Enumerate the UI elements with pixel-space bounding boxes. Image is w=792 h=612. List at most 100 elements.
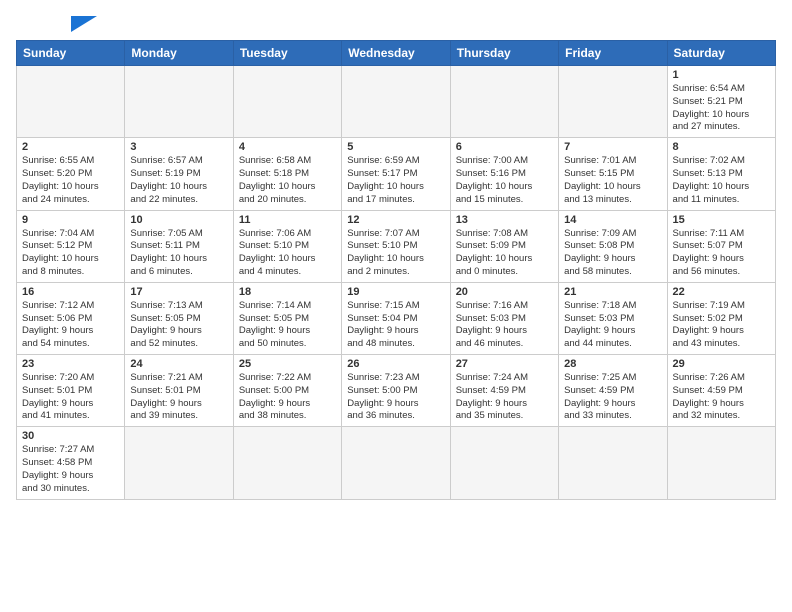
day-number: 25 (239, 358, 336, 370)
calendar-cell: 14 Sunrise: 7:09 AM Sunset: 5:08 PM Dayli… (559, 210, 667, 282)
day-number: 26 (347, 358, 444, 370)
calendar-cell: 20Sunrise: 7:16 AM Sunset: 5:03 PM Dayli… (450, 282, 558, 354)
calendar-cell: 10 Sunrise: 7:05 AM Sunset: 5:11 PM Dayli… (125, 210, 233, 282)
day-info: Sunrise: 7:01 AM Sunset: 5:15 PM Dayligh… (564, 155, 661, 206)
calendar-cell: 30 Sunrise: 7:27 AM Sunset: 4:58 PM Dayli… (17, 427, 125, 499)
day-info: Sunrise: 7:02 AM Sunset: 5:13 PM Dayligh… (673, 155, 770, 206)
weekday-header-sunday: Sunday (17, 41, 125, 66)
day-number: 8 (673, 141, 770, 153)
day-number: 18 (239, 286, 336, 298)
calendar-cell: 22Sunrise: 7:19 AM Sunset: 5:02 PM Dayli… (667, 282, 775, 354)
day-info: Sunrise: 7:16 AM Sunset: 5:03 PM Dayligh… (456, 300, 553, 351)
calendar-cell (450, 66, 558, 138)
day-number: 12 (347, 214, 444, 226)
day-number: 17 (130, 286, 227, 298)
calendar-cell (450, 427, 558, 499)
calendar-cell (559, 427, 667, 499)
day-number: 27 (456, 358, 553, 370)
day-number: 1 (673, 69, 770, 81)
day-number: 19 (347, 286, 444, 298)
day-info: Sunrise: 7:04 AM Sunset: 5:12 PM Dayligh… (22, 228, 119, 279)
day-number: 3 (130, 141, 227, 153)
calendar-cell: 25 Sunrise: 7:22 AM Sunset: 5:00 PM Dayli… (233, 355, 341, 427)
day-number: 29 (673, 358, 770, 370)
calendar-cell: 4Sunrise: 6:58 AM Sunset: 5:18 PM Daylig… (233, 138, 341, 210)
day-info: Sunrise: 6:55 AM Sunset: 5:20 PM Dayligh… (22, 155, 119, 206)
logo-icon (71, 16, 97, 32)
weekday-header-row: SundayMondayTuesdayWednesdayThursdayFrid… (17, 41, 776, 66)
day-info: Sunrise: 7:22 AM Sunset: 5:00 PM Dayligh… (239, 372, 336, 423)
day-info: Sunrise: 7:24 AM Sunset: 4:59 PM Dayligh… (456, 372, 553, 423)
day-number: 10 (130, 214, 227, 226)
day-number: 5 (347, 141, 444, 153)
calendar-cell: 18 Sunrise: 7:14 AM Sunset: 5:05 PM Dayli… (233, 282, 341, 354)
calendar-week-row: 9 Sunrise: 7:04 AM Sunset: 5:12 PM Daylig… (17, 210, 776, 282)
calendar-cell (233, 66, 341, 138)
calendar-cell: 11Sunrise: 7:06 AM Sunset: 5:10 PM Dayli… (233, 210, 341, 282)
calendar-cell: 29Sunrise: 7:26 AM Sunset: 4:59 PM Dayli… (667, 355, 775, 427)
calendar-cell: 13 Sunrise: 7:08 AM Sunset: 5:09 PM Dayli… (450, 210, 558, 282)
calendar-cell: 15 Sunrise: 7:11 AM Sunset: 5:07 PM Dayli… (667, 210, 775, 282)
calendar-cell: 5 Sunrise: 6:59 AM Sunset: 5:17 PM Daylig… (342, 138, 450, 210)
day-number: 24 (130, 358, 227, 370)
day-info: Sunrise: 7:14 AM Sunset: 5:05 PM Dayligh… (239, 300, 336, 351)
day-number: 13 (456, 214, 553, 226)
day-info: Sunrise: 7:08 AM Sunset: 5:09 PM Dayligh… (456, 228, 553, 279)
calendar-cell: 17 Sunrise: 7:13 AM Sunset: 5:05 PM Dayli… (125, 282, 233, 354)
weekday-header-friday: Friday (559, 41, 667, 66)
calendar-cell: 24 Sunrise: 7:21 AM Sunset: 5:01 PM Dayli… (125, 355, 233, 427)
day-number: 9 (22, 214, 119, 226)
calendar-cell: 28 Sunrise: 7:25 AM Sunset: 4:59 PM Dayli… (559, 355, 667, 427)
calendar-cell (559, 66, 667, 138)
day-number: 30 (22, 430, 119, 442)
day-info: Sunrise: 7:15 AM Sunset: 5:04 PM Dayligh… (347, 300, 444, 351)
day-info: Sunrise: 7:13 AM Sunset: 5:05 PM Dayligh… (130, 300, 227, 351)
calendar-cell: 23 Sunrise: 7:20 AM Sunset: 5:01 PM Dayli… (17, 355, 125, 427)
calendar-cell (342, 66, 450, 138)
calendar-table: SundayMondayTuesdayWednesdayThursdayFrid… (16, 40, 776, 500)
calendar-cell: 27 Sunrise: 7:24 AM Sunset: 4:59 PM Dayli… (450, 355, 558, 427)
calendar-cell: 19 Sunrise: 7:15 AM Sunset: 5:04 PM Dayli… (342, 282, 450, 354)
day-info: Sunrise: 7:20 AM Sunset: 5:01 PM Dayligh… (22, 372, 119, 423)
calendar-cell: 16 Sunrise: 7:12 AM Sunset: 5:06 PM Dayli… (17, 282, 125, 354)
day-info: Sunrise: 7:23 AM Sunset: 5:00 PM Dayligh… (347, 372, 444, 423)
day-info: Sunrise: 7:07 AM Sunset: 5:10 PM Dayligh… (347, 228, 444, 279)
day-number: 2 (22, 141, 119, 153)
day-info: Sunrise: 7:00 AM Sunset: 5:16 PM Dayligh… (456, 155, 553, 206)
calendar-cell: 3Sunrise: 6:57 AM Sunset: 5:19 PM Daylig… (125, 138, 233, 210)
calendar-week-row: 30 Sunrise: 7:27 AM Sunset: 4:58 PM Dayli… (17, 427, 776, 499)
day-info: Sunrise: 7:12 AM Sunset: 5:06 PM Dayligh… (22, 300, 119, 351)
day-info: Sunrise: 7:27 AM Sunset: 4:58 PM Dayligh… (22, 444, 119, 495)
weekday-header-tuesday: Tuesday (233, 41, 341, 66)
calendar-cell: 2 Sunrise: 6:55 AM Sunset: 5:20 PM Daylig… (17, 138, 125, 210)
day-number: 7 (564, 141, 661, 153)
calendar-cell: 21Sunrise: 7:18 AM Sunset: 5:03 PM Dayli… (559, 282, 667, 354)
calendar-cell (233, 427, 341, 499)
calendar-week-row: 2 Sunrise: 6:55 AM Sunset: 5:20 PM Daylig… (17, 138, 776, 210)
day-number: 15 (673, 214, 770, 226)
day-info: Sunrise: 7:09 AM Sunset: 5:08 PM Dayligh… (564, 228, 661, 279)
calendar-week-row: 23 Sunrise: 7:20 AM Sunset: 5:01 PM Dayli… (17, 355, 776, 427)
weekday-header-saturday: Saturday (667, 41, 775, 66)
day-number: 23 (22, 358, 119, 370)
day-number: 4 (239, 141, 336, 153)
day-number: 14 (564, 214, 661, 226)
calendar-cell: 6 Sunrise: 7:00 AM Sunset: 5:16 PM Daylig… (450, 138, 558, 210)
calendar-cell: 12 Sunrise: 7:07 AM Sunset: 5:10 PM Dayli… (342, 210, 450, 282)
day-info: Sunrise: 6:59 AM Sunset: 5:17 PM Dayligh… (347, 155, 444, 206)
calendar-cell: 26 Sunrise: 7:23 AM Sunset: 5:00 PM Dayli… (342, 355, 450, 427)
calendar-cell: 7 Sunrise: 7:01 AM Sunset: 5:15 PM Daylig… (559, 138, 667, 210)
day-number: 22 (673, 286, 770, 298)
day-info: Sunrise: 7:05 AM Sunset: 5:11 PM Dayligh… (130, 228, 227, 279)
calendar-cell: 9 Sunrise: 7:04 AM Sunset: 5:12 PM Daylig… (17, 210, 125, 282)
day-number: 11 (239, 214, 336, 226)
day-info: Sunrise: 7:21 AM Sunset: 5:01 PM Dayligh… (130, 372, 227, 423)
day-number: 16 (22, 286, 119, 298)
day-number: 6 (456, 141, 553, 153)
calendar-cell (667, 427, 775, 499)
day-info: Sunrise: 7:11 AM Sunset: 5:07 PM Dayligh… (673, 228, 770, 279)
calendar-week-row: 1Sunrise: 6:54 AM Sunset: 5:21 PM Daylig… (17, 66, 776, 138)
day-number: 28 (564, 358, 661, 370)
day-info: Sunrise: 7:25 AM Sunset: 4:59 PM Dayligh… (564, 372, 661, 423)
weekday-header-wednesday: Wednesday (342, 41, 450, 66)
